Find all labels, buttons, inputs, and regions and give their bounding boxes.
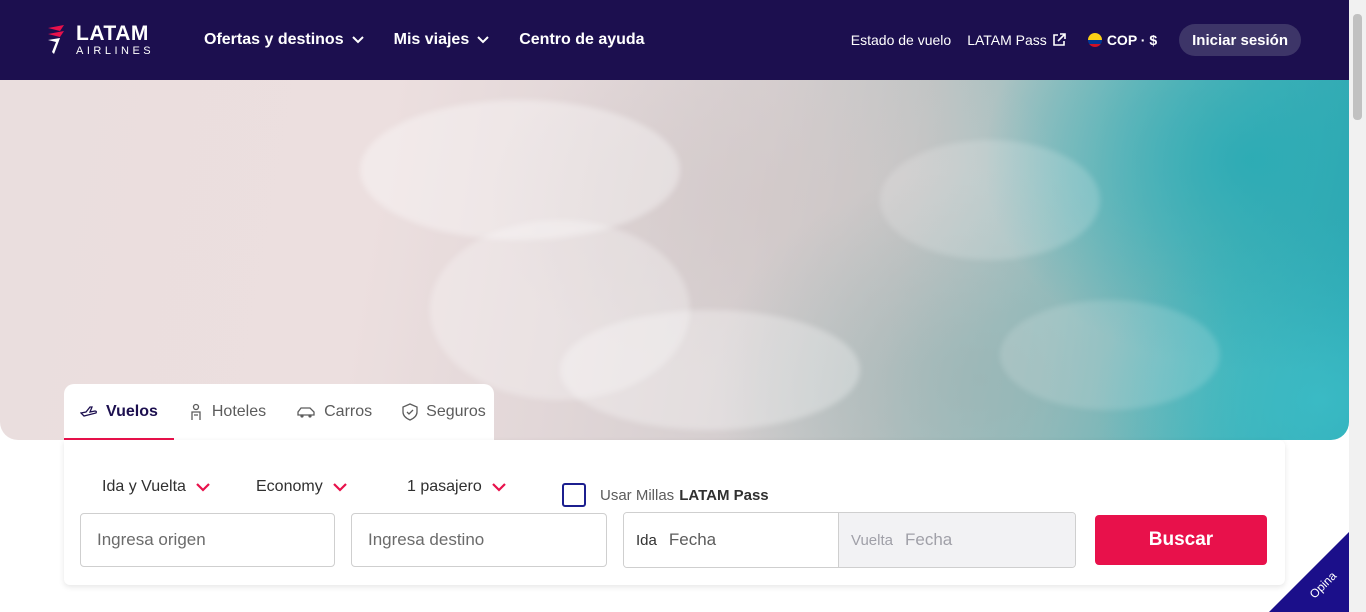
tab-label: Seguros [426, 403, 486, 420]
currency-selector[interactable]: COP · $ [1087, 32, 1158, 48]
bellhop-icon [191, 403, 201, 420]
currency-label: COP · $ [1106, 32, 1158, 48]
logo-title: LATAM [76, 22, 149, 45]
date-picker: Ida Fecha Vuelta Fecha [623, 512, 1076, 568]
login-button[interactable]: Iniciar sesión [1179, 24, 1301, 56]
top-header: LATAM AIRLINES Ofertas y destinos Mis vi… [0, 0, 1349, 80]
nav-label: Centro de ayuda [519, 31, 645, 48]
utility-nav: Estado de vuelo LATAM Pass COP · $ Inici… [835, 0, 1301, 80]
cabin-value: Economy [256, 478, 323, 495]
tab-carros[interactable]: Carros [296, 384, 372, 440]
flight-search-panel: Ida y Vuelta Economy 1 pasajero Usar Mil… [64, 440, 1285, 585]
latam-pass-link[interactable]: LATAM Pass [967, 32, 1066, 48]
destination-field [351, 513, 607, 567]
departure-date-value: Fecha [668, 530, 717, 549]
destination-input[interactable] [368, 530, 606, 550]
cabin-select[interactable]: Economy [256, 478, 347, 496]
feedback-tab[interactable]: Opina [1269, 532, 1349, 612]
page-scrollbar[interactable] [1349, 0, 1366, 612]
miles-label: Usar Millas [600, 486, 675, 504]
use-miles-option: Usar Millas LATAM Pass [562, 483, 769, 507]
chevron-down-icon [332, 482, 347, 492]
logo-subtitle: AIRLINES [76, 45, 155, 57]
search-button[interactable]: Buscar [1095, 515, 1267, 565]
flight-status-label: Estado de vuelo [850, 32, 952, 48]
departure-date-label: Ida [636, 531, 657, 549]
car-icon [297, 407, 315, 418]
shield-icon [402, 403, 418, 421]
plane-icon [80, 406, 97, 417]
origin-input[interactable] [97, 530, 334, 550]
chevron-down-icon [351, 36, 364, 44]
product-tabs: Vuelos Hoteles Carros Seguros [64, 384, 494, 440]
chevron-down-icon [491, 482, 506, 492]
latam-pass-label: LATAM Pass [967, 32, 1047, 48]
tab-seguros[interactable]: Seguros [402, 384, 486, 440]
miles-brand: LATAM Pass [679, 486, 769, 504]
main-nav: Ofertas y destinos Mis viajes Centro de … [204, 0, 675, 80]
return-date-label: Vuelta [851, 531, 893, 549]
tab-hoteles[interactable]: Hoteles [188, 384, 266, 440]
colombia-flag-icon [1087, 33, 1102, 47]
use-miles-checkbox[interactable] [562, 483, 586, 507]
origin-field [80, 513, 335, 567]
flight-status-link[interactable]: Estado de vuelo [851, 32, 951, 48]
tab-label: Carros [324, 403, 373, 420]
nav-mis-viajes[interactable]: Mis viajes [394, 31, 490, 49]
return-date-value: Fecha [904, 530, 953, 549]
passengers-select[interactable]: 1 pasajero [407, 478, 506, 496]
departure-date-field[interactable]: Ida Fecha [624, 513, 838, 567]
tab-label: Vuelos [106, 403, 158, 420]
tab-vuelos[interactable]: Vuelos [64, 384, 174, 440]
tab-label: Hoteles [211, 403, 267, 420]
external-link-icon [1053, 33, 1066, 46]
chevron-down-icon [477, 36, 489, 44]
nav-ofertas-destinos[interactable]: Ofertas y destinos [204, 31, 364, 49]
trip-type-select[interactable]: Ida y Vuelta [102, 478, 210, 496]
nav-centro-ayuda[interactable]: Centro de ayuda [519, 31, 644, 49]
passengers-value: 1 pasajero [407, 478, 482, 495]
trip-type-value: Ida y Vuelta [102, 478, 186, 495]
page: LATAM AIRLINES Ofertas y destinos Mis vi… [0, 0, 1366, 612]
scrollbar-thumb[interactable] [1353, 14, 1362, 120]
latam-logo[interactable]: LATAM AIRLINES [46, 22, 154, 58]
chevron-down-icon [196, 482, 210, 492]
latam-logo-mark [46, 24, 68, 56]
nav-label: Ofertas y destinos [204, 31, 344, 48]
nav-label: Mis viajes [393, 31, 470, 48]
feedback-tab-background [1269, 532, 1349, 612]
return-date-field[interactable]: Vuelta Fecha [838, 513, 1075, 567]
